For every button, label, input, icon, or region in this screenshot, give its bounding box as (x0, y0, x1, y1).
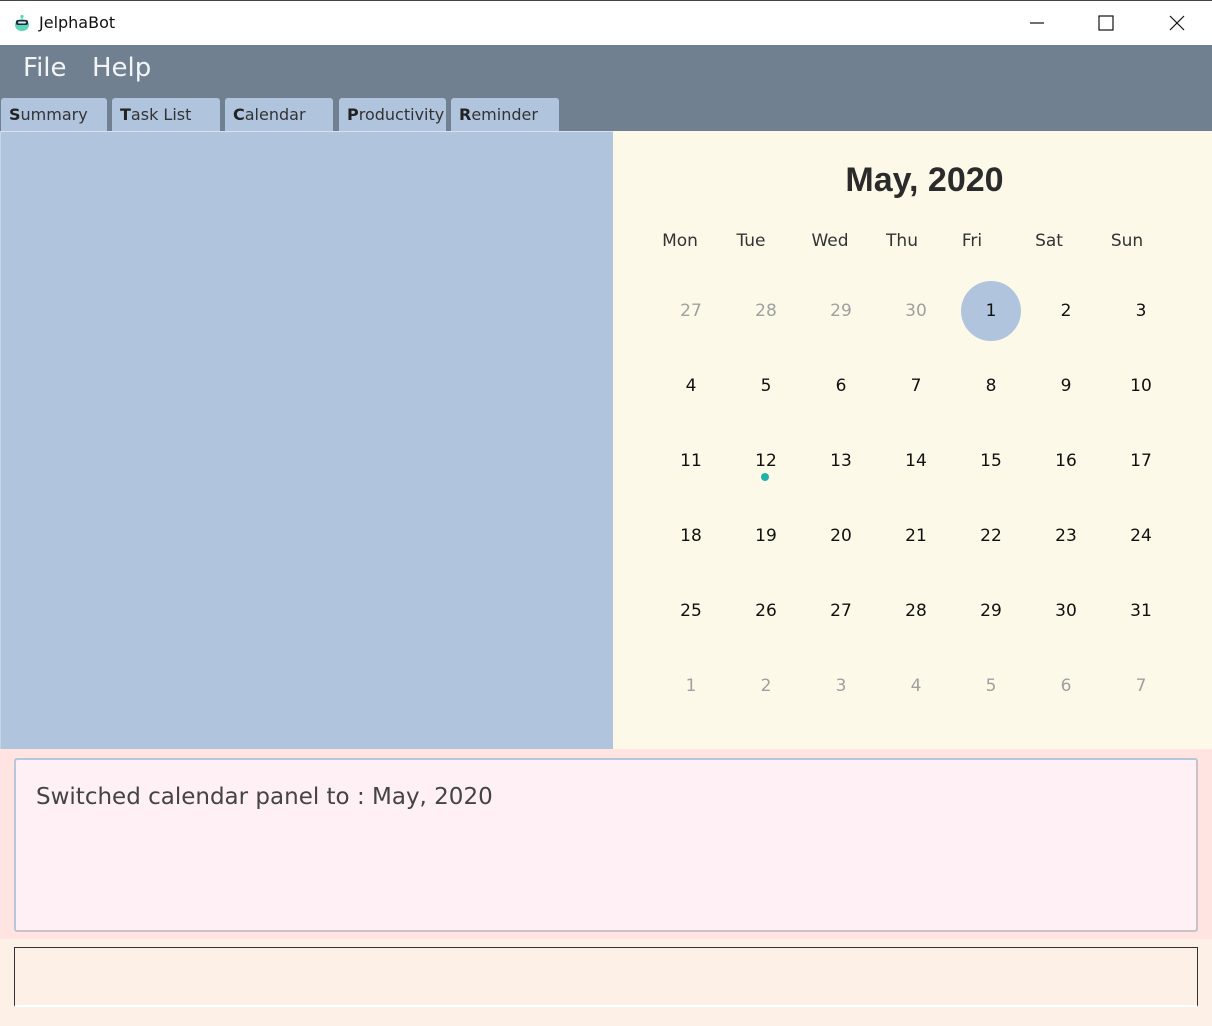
weekday-header-sat: Sat (1035, 231, 1063, 251)
calendar-day-other-month[interactable]: 5 (961, 656, 1021, 716)
command-area (0, 939, 1212, 1026)
close-button[interactable] (1142, 1, 1212, 45)
calendar-day[interactable]: 6 (811, 356, 871, 416)
tab-task-list[interactable]: Task List (112, 98, 220, 131)
result-display[interactable]: Switched calendar panel to : May, 2020 (14, 758, 1198, 932)
minimize-icon (1030, 22, 1044, 24)
calendar-day[interactable]: 29 (961, 581, 1021, 641)
calendar-day-other-month[interactable]: 2 (736, 656, 796, 716)
event-indicator-dot (761, 473, 769, 481)
calendar-day-other-month[interactable]: 6 (1036, 656, 1096, 716)
tab-label: alendar (244, 105, 306, 124)
robot-app-icon (15, 14, 29, 31)
calendar-day[interactable]: 22 (961, 506, 1021, 566)
tab-productivity[interactable]: Productivity (339, 98, 446, 131)
calendar-month-title: May, 2020 (845, 161, 1004, 199)
calendar-day[interactable]: 8 (961, 356, 1021, 416)
calendar-day[interactable]: 10 (1111, 356, 1171, 416)
close-icon (1169, 15, 1185, 31)
calendar-day[interactable]: 19 (736, 506, 796, 566)
tab-label: ask List (130, 105, 192, 124)
calendar-day[interactable]: 24 (1111, 506, 1171, 566)
calendar-day[interactable]: 25 (661, 581, 721, 641)
calendar-day[interactable]: 3 (1111, 281, 1171, 341)
calendar-day-other-month[interactable]: 4 (886, 656, 946, 716)
calendar-day[interactable]: 5 (736, 356, 796, 416)
calendar-day-other-month[interactable]: 3 (811, 656, 871, 716)
minimize-button[interactable] (1002, 1, 1072, 45)
calendar-panel: May, 2020 Mon Tue Wed Thu Fri Sat Sun 27 28 29 30 1… (613, 131, 1212, 749)
calendar-day[interactable]: 2 (1036, 281, 1096, 341)
result-text: Switched calendar panel to : May, 2020 (36, 784, 493, 810)
tab-label: roductivity (358, 105, 445, 124)
calendar-day-other-month[interactable]: 29 (811, 281, 871, 341)
maximize-button[interactable] (1071, 1, 1141, 45)
calendar-day[interactable]: 4 (661, 356, 721, 416)
calendar-day[interactable]: 16 (1036, 431, 1096, 491)
weekday-header-tue: Tue (736, 231, 766, 251)
calendar-day-other-month[interactable]: 7 (1111, 656, 1171, 716)
menu-help[interactable]: Help (92, 53, 151, 83)
calendar-day[interactable]: 15 (961, 431, 1021, 491)
calendar-day[interactable]: 12 (736, 431, 796, 491)
window-title: JelphaBot (39, 13, 116, 32)
calendar-day-selected[interactable]: 1 (961, 281, 1021, 341)
tab-mnemonic: P (347, 105, 359, 124)
calendar-day[interactable]: 17 (1111, 431, 1171, 491)
weekday-header-wed: Wed (811, 231, 849, 251)
result-display-area: Switched calendar panel to : May, 2020 (0, 749, 1212, 939)
weekday-header-sun: Sun (1110, 231, 1144, 251)
day-task-list-panel[interactable] (0, 131, 613, 749)
tab-label: eminder (471, 105, 538, 124)
tab-mnemonic: R (459, 105, 472, 124)
calendar-day[interactable]: 21 (886, 506, 946, 566)
weekday-header-mon: Mon (662, 231, 698, 251)
tab-reminder[interactable]: Reminder (451, 98, 559, 131)
tab-mnemonic: S (9, 105, 21, 124)
weekday-header-fri: Fri (961, 231, 983, 251)
tab-mnemonic: C (233, 105, 245, 124)
calendar-day[interactable]: 9 (1036, 356, 1096, 416)
command-input[interactable] (14, 947, 1198, 1007)
maximize-icon (1098, 15, 1114, 31)
tab-mnemonic: T (120, 105, 131, 124)
calendar-day[interactable]: 27 (811, 581, 871, 641)
calendar-day[interactable]: 31 (1111, 581, 1171, 641)
calendar-day-other-month[interactable]: 27 (661, 281, 721, 341)
calendar-day[interactable]: 13 (811, 431, 871, 491)
tab-summary[interactable]: Summary (1, 98, 107, 131)
calendar-day-other-month[interactable]: 1 (661, 656, 721, 716)
tab-calendar[interactable]: Calendar (225, 98, 333, 131)
menu-file[interactable]: File (23, 53, 67, 83)
calendar-day-other-month[interactable]: 28 (736, 281, 796, 341)
calendar-day[interactable]: 11 (661, 431, 721, 491)
calendar-day[interactable]: 7 (886, 356, 946, 416)
calendar-day[interactable]: 18 (661, 506, 721, 566)
tab-label: ummary (20, 105, 88, 124)
calendar-day[interactable]: 26 (736, 581, 796, 641)
calendar-day[interactable]: 23 (1036, 506, 1096, 566)
weekday-header-thu: Thu (886, 231, 918, 251)
calendar-day[interactable]: 30 (1036, 581, 1096, 641)
calendar-day[interactable]: 28 (886, 581, 946, 641)
title-bar: JelphaBot (0, 0, 1212, 45)
calendar-day[interactable]: 20 (811, 506, 871, 566)
calendar-day[interactable]: 14 (886, 431, 946, 491)
calendar-day-other-month[interactable]: 30 (886, 281, 946, 341)
